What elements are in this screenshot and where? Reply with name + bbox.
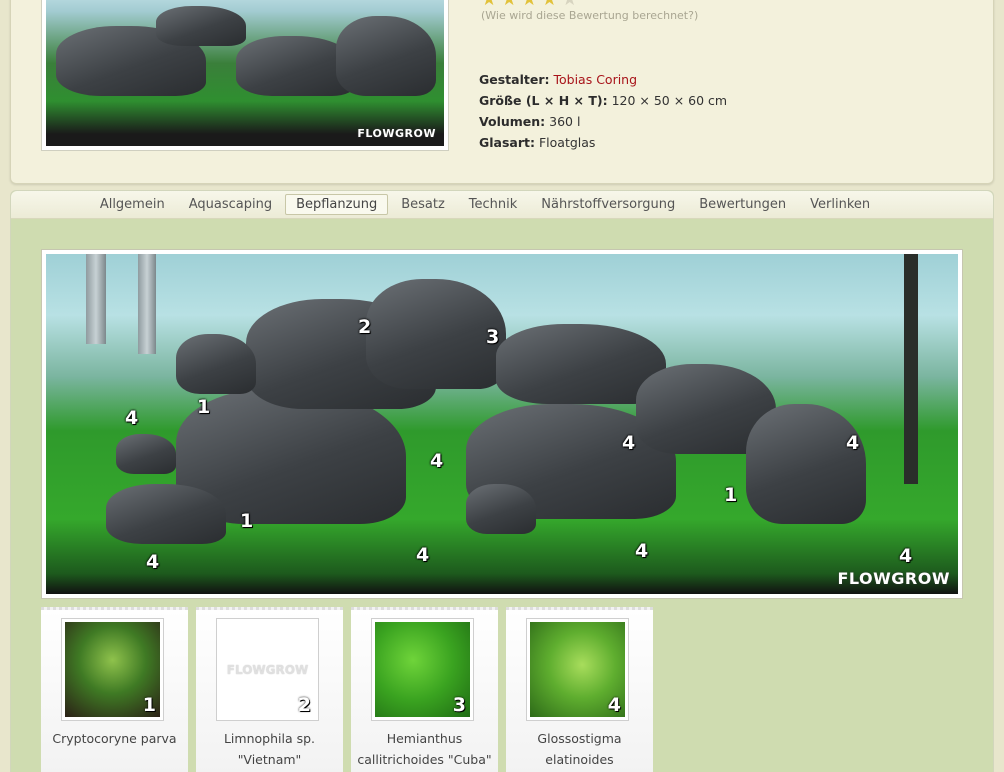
plant-marker: 4 xyxy=(846,432,860,454)
photo-watermark: FLOWGROW xyxy=(837,569,950,588)
fact-glass: Glasart: Floatglas xyxy=(479,132,727,153)
placeholder-watermark: FLOWGROW xyxy=(226,662,309,677)
outflow-pipe xyxy=(904,254,918,484)
fact-designer: Gestalter: Tobias Coring xyxy=(479,69,727,90)
plant-name[interactable]: Limnophila sp. "Vietnam" xyxy=(196,728,343,770)
aquarium-thumbnail-photo[interactable]: FLOWGROW xyxy=(41,0,449,151)
tab-verlinken[interactable]: Verlinken xyxy=(799,194,881,215)
plant-marker: 3 xyxy=(486,326,500,348)
fact-value: 120 × 50 × 60 cm xyxy=(611,93,728,108)
fact-size: Größe (L × H × T): 120 × 50 × 60 cm xyxy=(479,90,727,111)
plant-card[interactable]: 3 Hemianthus callitrichoides "Cuba" xyxy=(351,607,498,772)
fact-label: Volumen: xyxy=(479,114,546,129)
plant-number: 2 xyxy=(297,694,311,716)
plant-marker: 4 xyxy=(430,450,444,472)
plant-marker: 4 xyxy=(146,551,160,573)
plant-card[interactable]: FLOWGROW 2 Limnophila sp. "Vietnam" xyxy=(196,607,343,772)
plant-card[interactable]: 1 Cryptocoryne parva xyxy=(41,607,188,772)
plant-thumbnail[interactable]: 4 xyxy=(526,618,629,721)
aquarium-image: 2 3 1 4 4 4 4 1 1 4 4 4 4 FLOWGROW xyxy=(46,254,958,594)
plant-number: 1 xyxy=(142,694,156,716)
plant-marker: 4 xyxy=(635,540,649,562)
tab-bewertungen[interactable]: Bewertungen xyxy=(688,194,797,215)
fact-value: Floatglas xyxy=(538,135,596,150)
plant-marker: 4 xyxy=(416,544,430,566)
aquarium-thumbnail-image: FLOWGROW xyxy=(46,0,444,146)
plant-marker: 4 xyxy=(622,432,636,454)
star-icon: ★ xyxy=(501,0,517,9)
fact-volume: Volumen: 360 l xyxy=(479,111,727,132)
plant-marker: 1 xyxy=(724,484,738,506)
tab-bepflanzung[interactable]: Bepflanzung xyxy=(285,194,389,215)
tab-bar: Allgemein Aquascaping Bepflanzung Besatz… xyxy=(11,191,993,219)
half-star-icon: ★ xyxy=(541,0,557,9)
fact-label: Glasart: xyxy=(479,135,535,150)
plant-name[interactable]: Hemianthus callitrichoides "Cuba" xyxy=(351,728,498,770)
tab-allgemein[interactable]: Allgemein xyxy=(89,194,176,215)
plant-marker: 1 xyxy=(240,510,254,532)
plant-thumbnail[interactable]: 3 xyxy=(371,618,474,721)
tab-aquascaping[interactable]: Aquascaping xyxy=(178,194,283,215)
planting-panel: Allgemein Aquascaping Bepflanzung Besatz… xyxy=(10,190,994,772)
tab-naehrstoffversorgung[interactable]: Nährstoffversorgung xyxy=(530,194,686,215)
tab-besatz[interactable]: Besatz xyxy=(390,194,456,215)
plant-list: 1 Cryptocoryne parva FLOWGROW 2 Limnophi… xyxy=(41,607,653,772)
fact-value: 360 l xyxy=(549,114,581,129)
plant-name[interactable]: Cryptocoryne parva xyxy=(41,728,188,749)
thumbnail-watermark: FLOWGROW xyxy=(357,127,436,140)
rating-stars: ★ ★ ★ ★ ★ xyxy=(481,0,578,9)
plant-thumbnail[interactable]: FLOWGROW 2 xyxy=(216,618,319,721)
planting-photo[interactable]: 2 3 1 4 4 4 4 1 1 4 4 4 4 FLOWGROW xyxy=(41,249,963,599)
designer-link[interactable]: Tobias Coring xyxy=(553,72,637,87)
empty-star-icon: ★ xyxy=(562,0,578,9)
plant-number: 4 xyxy=(607,694,621,716)
aquarium-details-panel: FLOWGROW ★ ★ ★ ★ ★ (Wie wird diese Bewer… xyxy=(10,0,994,184)
aquarium-facts: Gestalter: Tobias Coring Größe (L × H × … xyxy=(479,69,727,153)
fact-label: Gestalter: xyxy=(479,72,550,87)
star-icon: ★ xyxy=(521,0,537,9)
plant-card[interactable]: 4 Glossostigma elatinoides xyxy=(506,607,653,772)
star-icon: ★ xyxy=(481,0,497,9)
tab-technik[interactable]: Technik xyxy=(458,194,529,215)
filter-pipe xyxy=(138,254,156,354)
plant-thumbnail[interactable]: 1 xyxy=(61,618,164,721)
fact-label: Größe (L × H × T): xyxy=(479,93,608,108)
rating-explanation-link[interactable]: (Wie wird diese Bewertung berechnet?) xyxy=(481,9,698,22)
plant-marker: 2 xyxy=(358,316,372,338)
plant-number: 3 xyxy=(452,694,466,716)
plant-marker: 4 xyxy=(125,407,139,429)
heater-equipment xyxy=(86,254,106,344)
plant-marker: 4 xyxy=(899,545,913,567)
plant-name[interactable]: Glossostigma elatinoides xyxy=(506,728,653,770)
plant-marker: 1 xyxy=(197,396,211,418)
